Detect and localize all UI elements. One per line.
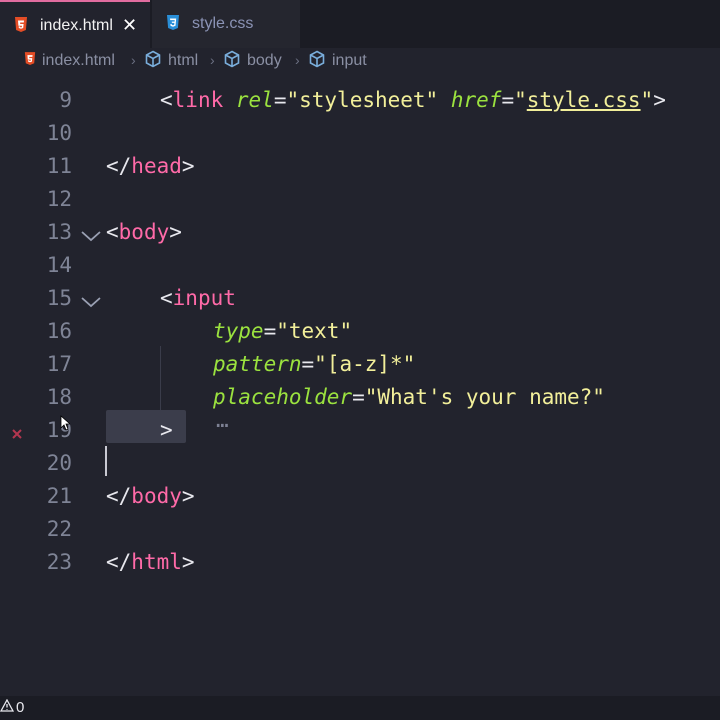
code-line: 16 type="text": [0, 315, 720, 348]
code-text: </head>: [106, 154, 195, 178]
tab-index-html[interactable]: index.html ✕: [0, 0, 150, 48]
line-number: 21: [46, 484, 72, 508]
code-line: 13 <body>: [0, 216, 720, 249]
html5-icon: [24, 51, 36, 71]
line-number: 10: [46, 121, 72, 145]
tab-bar: index.html ✕ style.css: [0, 0, 720, 48]
line-number: 23: [46, 550, 72, 574]
line-number: 11: [46, 154, 72, 178]
code-text: </html>: [106, 550, 195, 574]
code-line: 9 <link rel="stylesheet" href="style.css…: [0, 84, 720, 117]
line-number: 13: [46, 220, 72, 244]
code-text: type="text": [213, 319, 353, 343]
code-line: 19 >: [0, 414, 720, 447]
problems-indicator[interactable]: 0: [0, 698, 25, 716]
code-text: placeholder="What's your name?": [213, 385, 605, 409]
breadcrumb-label: body: [247, 52, 282, 69]
line-number: 9: [59, 88, 72, 112]
warning-icon: [0, 698, 15, 716]
code-line: 14: [0, 249, 720, 282]
code-line: 20: [0, 447, 720, 480]
breadcrumb-label: index.html: [42, 52, 115, 69]
link-href[interactable]: style.css: [527, 88, 641, 112]
symbol-cube-icon: [144, 50, 162, 73]
code-line: 11 </head>: [0, 150, 720, 183]
warning-count: 0: [16, 699, 25, 716]
mouse-cursor-icon: [60, 412, 72, 436]
code-text: >: [160, 418, 173, 442]
breadcrumb-item-html[interactable]: html: [144, 48, 198, 74]
code-text: <link rel="stylesheet" href="style.css">: [160, 88, 666, 112]
line-number: 20: [46, 451, 72, 475]
code-text: <input: [160, 286, 236, 310]
breadcrumb: index.html › html › body › input: [0, 48, 720, 74]
line-number: 16: [46, 319, 72, 343]
line-number: 17: [46, 352, 72, 376]
code-text: </body>: [106, 484, 195, 508]
code-line: 17 pattern="[a-z]*": [0, 348, 720, 381]
breadcrumb-item-file[interactable]: index.html: [24, 48, 115, 74]
code-line: 22: [0, 513, 720, 546]
tab-style-css[interactable]: style.css: [152, 0, 300, 48]
line-number: 14: [46, 253, 72, 277]
tab-label: index.html: [40, 17, 113, 34]
css3-icon: [166, 15, 180, 36]
code-line: 21 </body>: [0, 480, 720, 513]
html5-icon: [14, 17, 28, 38]
line-number: 15: [46, 286, 72, 310]
chevron-right-icon: ›: [295, 52, 300, 68]
chevron-right-icon: ›: [210, 52, 215, 68]
chevron-down-icon[interactable]: [80, 290, 102, 314]
code-line: 12: [0, 183, 720, 216]
code-line: 23 </html>: [0, 546, 720, 579]
breadcrumb-item-body[interactable]: body: [223, 48, 282, 74]
breadcrumb-label: html: [168, 52, 199, 69]
code-line: 15 <input: [0, 282, 720, 315]
chevron-down-icon[interactable]: [80, 224, 102, 248]
status-bar: 0: [0, 696, 720, 720]
breadcrumb-label: input: [332, 52, 367, 69]
code-text: pattern="[a-z]*": [213, 352, 416, 376]
line-number: 18: [46, 385, 72, 409]
breakpoint-icon[interactable]: [12, 420, 22, 439]
line-number: 22: [46, 517, 72, 541]
breadcrumb-item-input[interactable]: input: [308, 48, 367, 74]
tab-label: style.css: [192, 15, 254, 32]
symbol-cube-icon: [223, 50, 241, 73]
chevron-right-icon: ›: [131, 52, 136, 68]
code-text: <body>: [106, 220, 182, 244]
close-icon[interactable]: ✕: [122, 15, 137, 36]
text-cursor: [105, 446, 107, 476]
line-number: 12: [46, 187, 72, 211]
code-editor[interactable]: 9 <link rel="stylesheet" href="style.css…: [0, 74, 720, 696]
code-line: 10: [0, 117, 720, 150]
symbol-cube-icon: [308, 50, 326, 73]
